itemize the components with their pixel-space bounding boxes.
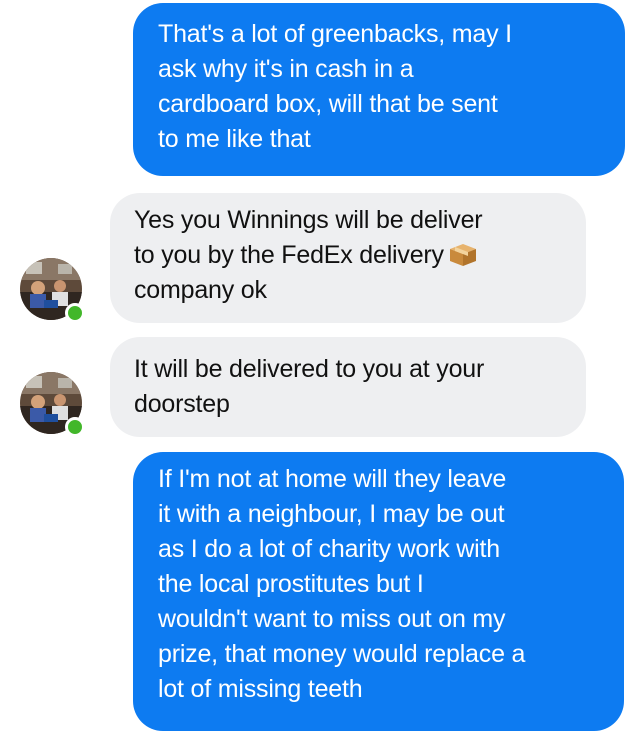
package-icon [449,244,476,266]
contact-avatar[interactable] [20,258,85,323]
online-status-indicator [65,417,85,437]
message-text: company ok [134,276,267,304]
online-status-indicator [65,303,85,323]
outgoing-message-bubble[interactable]: That's a lot of greenbacks, may I ask wh… [133,3,625,176]
contact-avatar[interactable] [20,372,85,437]
incoming-message-bubble[interactable]: It will be delivered to you at your door… [110,337,586,437]
outgoing-message-bubble[interactable]: If I'm not at home will they leave it wi… [133,452,624,731]
message-text: Yes you Winnings will be deliver to you … [134,206,483,269]
incoming-message-bubble[interactable]: Yes you Winnings will be deliver to you … [110,193,586,323]
